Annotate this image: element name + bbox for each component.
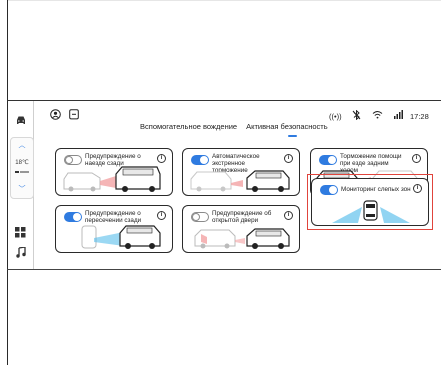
apps-icon[interactable] — [8, 225, 33, 239]
tab-active-safety[interactable]: Активная безопасность — [246, 122, 328, 131]
fan-level-icon — [15, 171, 29, 173]
user-circle-icon[interactable] — [50, 109, 61, 120]
radar-signal-icon: ((•)) — [329, 112, 342, 121]
message-square-icon[interactable] — [69, 109, 79, 120]
wifi-icon — [372, 111, 383, 119]
music-icon[interactable] — [8, 245, 33, 259]
temp-up-icon[interactable]: ︿ — [11, 140, 33, 150]
rear-cross-traffic-illustration — [81, 225, 161, 249]
card-rear-collision-warning[interactable]: Предупреждение о наезде сзади i — [55, 148, 173, 196]
rear-collision-illustration — [63, 166, 161, 192]
card-open-door-warning[interactable]: Предупреждение об открытой двери i — [182, 205, 300, 253]
climate-control[interactable]: ︿ 18℃ ﹀ — [10, 137, 34, 199]
card-automatic-emergency-braking[interactable]: Автоматическое экстренное торможение i — [182, 148, 300, 196]
clock: 17:28 — [410, 112, 429, 121]
temp-down-icon[interactable]: ﹀ — [11, 184, 33, 194]
temperature-value: 18℃ — [15, 160, 29, 166]
card-rear-cross-traffic-warning[interactable]: Предупреждение о пересечении сзади i — [55, 205, 173, 253]
open-door-illustration — [194, 228, 290, 249]
screen-top-edge — [7, 100, 441, 101]
car-front-icon[interactable] — [8, 113, 33, 127]
cellular-signal-icon — [394, 110, 403, 119]
left-dock: ︿ 18℃ ﹀ — [8, 101, 34, 269]
aeb-illustration — [190, 170, 290, 192]
screen-bottom-edge — [7, 269, 441, 270]
top-divider — [7, 0, 441, 1]
tab-bar: Вспомогательное вождение Активная безопа… — [140, 122, 328, 131]
highlight-frame — [307, 174, 433, 230]
bluetooth-off-icon — [352, 110, 361, 120]
tab-assisted-driving[interactable]: Вспомогательное вождение — [140, 122, 237, 131]
active-tab-indicator — [288, 135, 297, 137]
